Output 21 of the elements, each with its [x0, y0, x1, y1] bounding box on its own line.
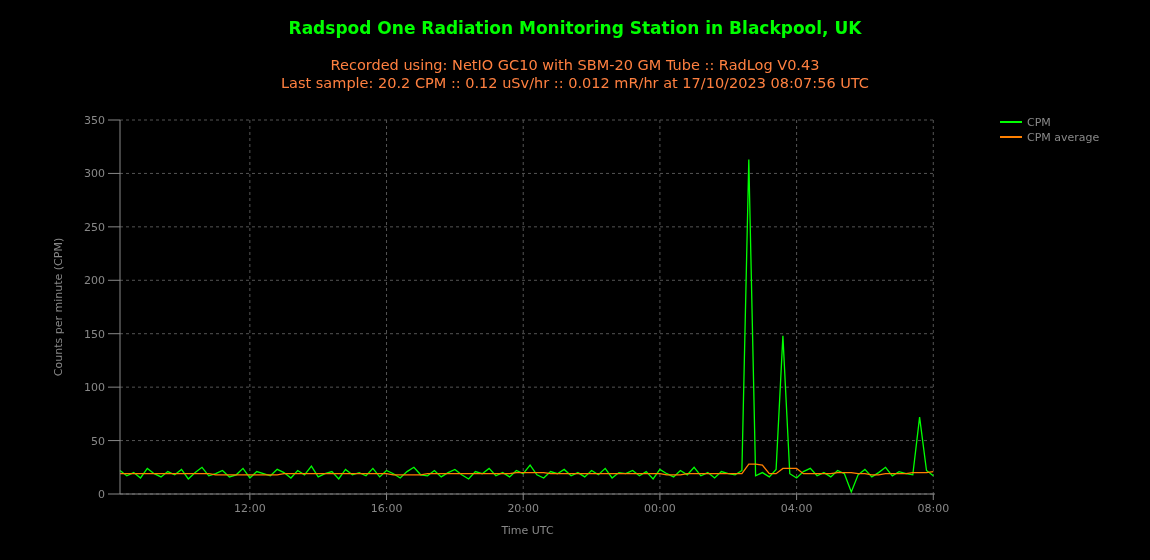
y-tick-label: 250: [84, 220, 105, 234]
x-tick-label: 08:00: [917, 502, 950, 515]
y-tick-label: 200: [84, 274, 105, 288]
y-tick-label: 100: [84, 381, 105, 395]
x-tick-label: 00:00: [644, 502, 676, 515]
y-tick-label: 0: [98, 488, 105, 501]
chart-title: Radspod One Radiation Monitoring Station in Blackpool, UK: [288, 18, 862, 38]
x-tick-label: 16:00: [370, 502, 403, 515]
x-tick-label: 12:00: [234, 502, 266, 515]
x-tick-label: 20:00: [507, 502, 540, 515]
subtitle-line: Last sample: 20.2 CPM :: 0.12 uSv/hr :: 0.012 mR/hr at 17/10/2023 08:07:56 UTC: [281, 74, 869, 92]
x-tick-label: 04:00: [780, 502, 813, 515]
y-tick-label: 150: [84, 327, 105, 341]
legend-label: CPM: [1027, 116, 1051, 129]
y-tick-label: 300: [84, 167, 105, 181]
y-axis-label: Counts per minute (CPM): [52, 237, 65, 377]
subtitle-line: Recorded using: NetIO GC10 with SBM-20 GM Tube :: RadLog V0.43: [330, 56, 820, 74]
legend-label: CPM average: [1027, 131, 1100, 144]
y-tick-label: 350: [84, 114, 105, 127]
x-axis-label: Time UTC: [501, 524, 554, 537]
y-tick-label: 50: [91, 434, 105, 448]
